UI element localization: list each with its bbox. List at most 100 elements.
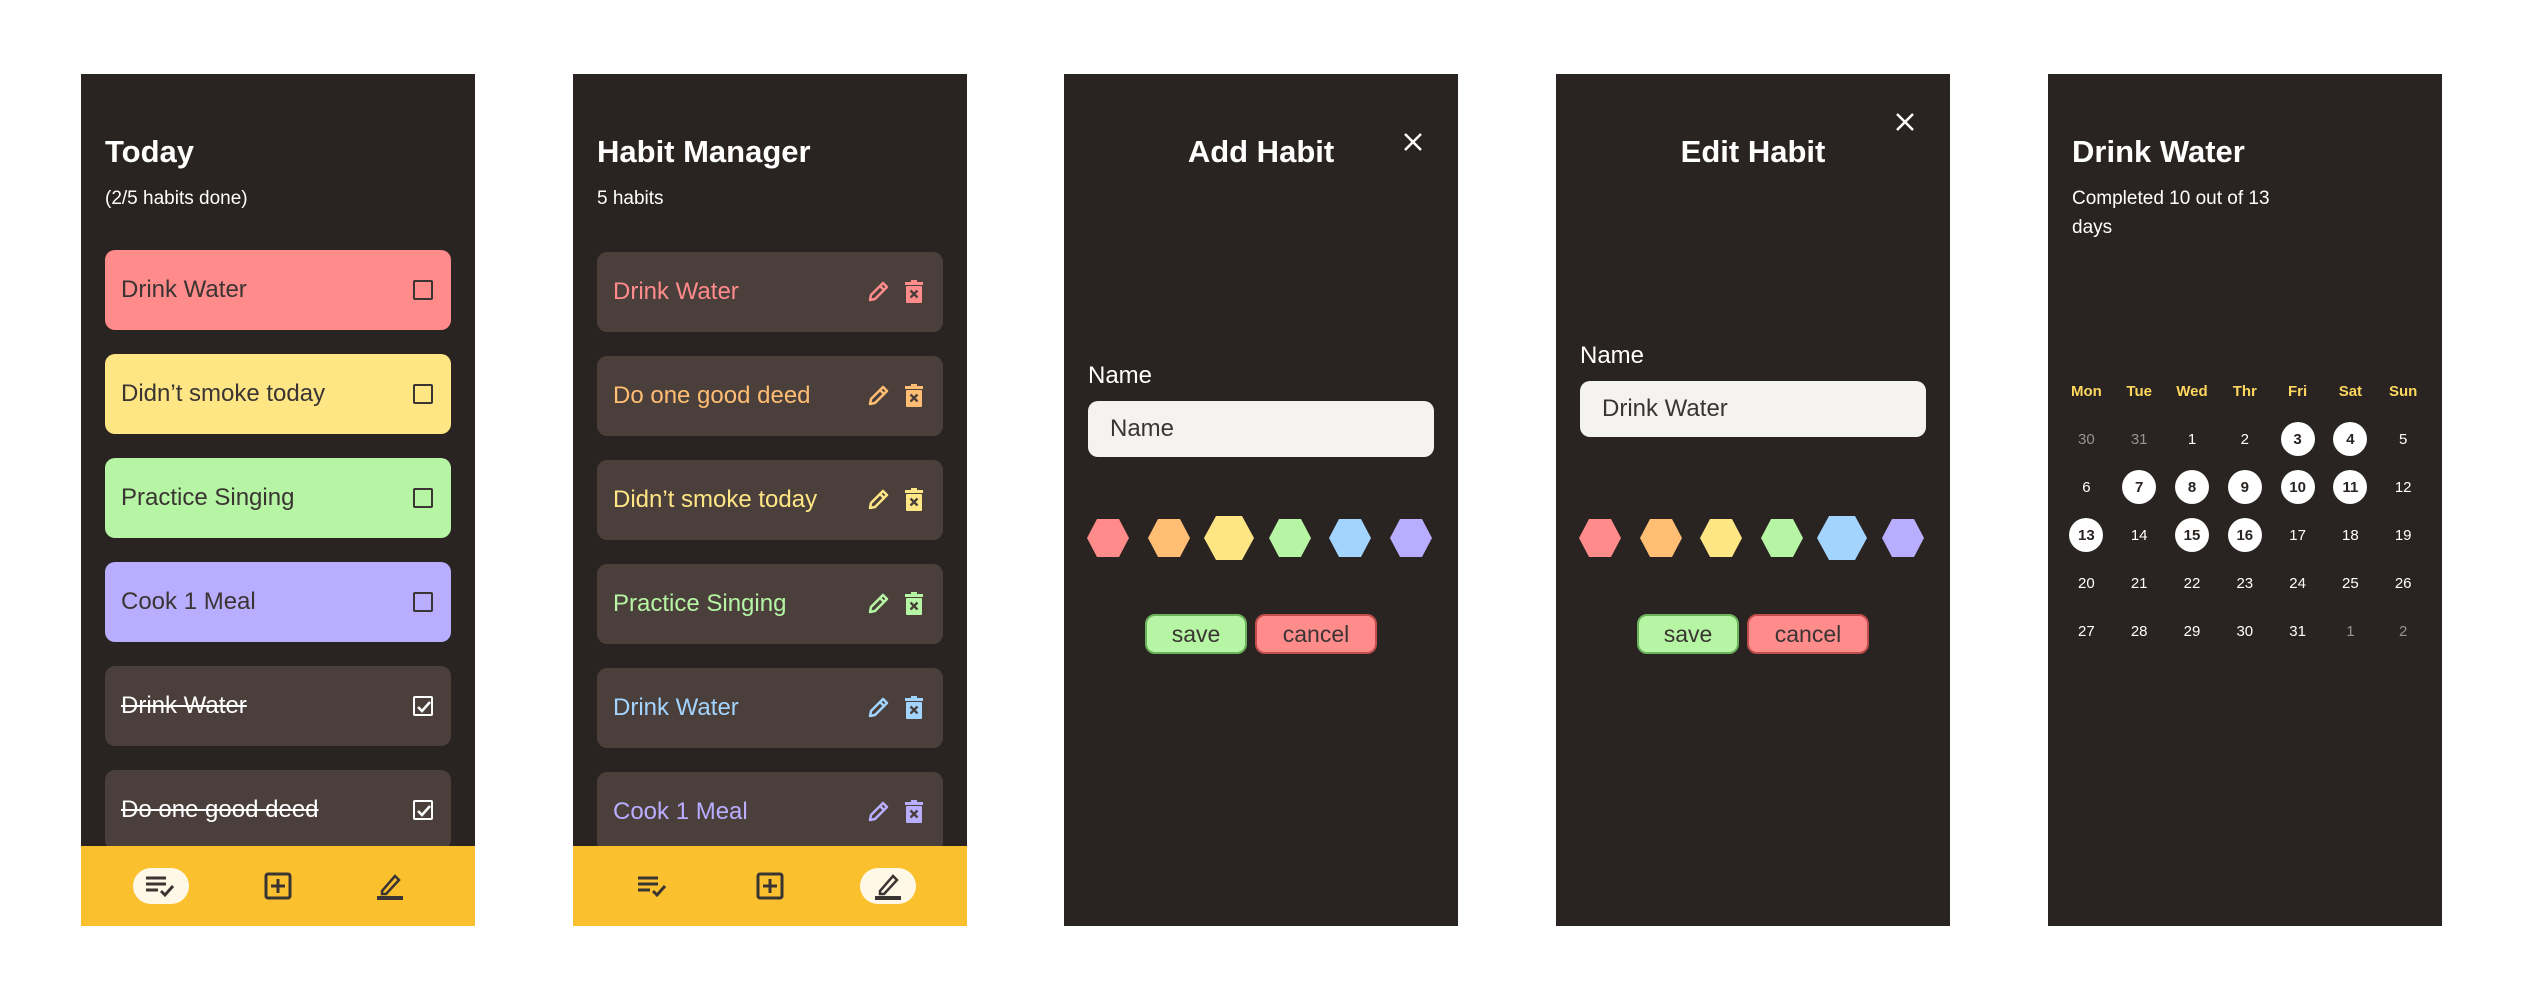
edit-habit-button[interactable] [863, 589, 893, 619]
cancel-button[interactable]: cancel [1747, 614, 1869, 654]
nav-add-button[interactable] [742, 868, 798, 904]
pencil-icon [868, 593, 889, 614]
nav-add-button[interactable] [250, 868, 306, 904]
delete-habit-button[interactable] [899, 277, 929, 307]
calendar-day[interactable]: 20 [2060, 575, 2113, 592]
habit-card[interactable]: Practice Singing [105, 458, 451, 538]
calendar-day[interactable]: 31 [2271, 623, 2324, 640]
calendar-day-completed[interactable]: 10 [2271, 470, 2324, 504]
edit-habit-button[interactable] [863, 797, 893, 827]
color-swatch-red[interactable] [1086, 518, 1130, 563]
edit-habit-button[interactable] [863, 485, 893, 515]
color-swatch-green[interactable] [1268, 518, 1312, 563]
calendar-day[interactable]: 19 [2377, 527, 2430, 544]
nav-manage-button[interactable] [860, 868, 916, 904]
calendar-day[interactable]: 21 [2113, 575, 2166, 592]
delete-habit-button[interactable] [899, 693, 929, 723]
calendar-day-completed[interactable]: 3 [2271, 422, 2324, 456]
habit-card[interactable]: Didn’t smoke today [105, 354, 451, 434]
calendar-day[interactable]: 22 [2166, 575, 2219, 592]
color-swatch-red[interactable] [1578, 518, 1622, 563]
habit-card[interactable]: Drink Water [105, 250, 451, 330]
day-number: 7 [2122, 470, 2157, 504]
name-input[interactable] [1088, 401, 1434, 457]
save-button[interactable]: save [1637, 614, 1739, 654]
calendar-day[interactable]: 1 [2166, 431, 2219, 448]
calendar-day[interactable]: 5 [2377, 431, 2430, 448]
calendar-day-completed[interactable]: 16 [2218, 518, 2271, 552]
calendar-day[interactable]: 24 [2271, 575, 2324, 592]
edit-habit-button[interactable] [863, 693, 893, 723]
calendar-day[interactable]: 14 [2113, 527, 2166, 544]
close-button[interactable] [1890, 107, 1920, 137]
color-swatch-blue[interactable] [1328, 518, 1372, 563]
close-button[interactable] [1398, 127, 1428, 157]
calendar-day-completed[interactable]: 15 [2166, 518, 2219, 552]
calendar-day[interactable]: 6 [2060, 479, 2113, 496]
color-swatch-green[interactable] [1760, 518, 1804, 563]
calendar-day[interactable]: 18 [2324, 527, 2377, 544]
calendar-day-completed[interactable]: 9 [2218, 470, 2271, 504]
name-input[interactable] [1580, 381, 1926, 437]
color-swatch-yellow[interactable] [1203, 515, 1255, 566]
checked-checkbox[interactable] [413, 696, 433, 716]
calendar-day[interactable]: 1 [2324, 623, 2377, 640]
day-number: 8 [2174, 470, 2209, 504]
calendar-day[interactable]: 26 [2377, 575, 2430, 592]
cancel-button[interactable]: cancel [1255, 614, 1377, 654]
edit-habit-button[interactable] [863, 381, 893, 411]
calendar-day[interactable]: 30 [2218, 623, 2271, 640]
habit-card[interactable]: Cook 1 Meal [105, 562, 451, 642]
page-title: Habit Manager [597, 134, 811, 169]
habit-card[interactable]: Drink Water [105, 666, 451, 746]
calendar-day[interactable]: 30 [2060, 431, 2113, 448]
day-number: 30 [2236, 622, 2254, 640]
calendar-day[interactable]: 2 [2377, 623, 2430, 640]
color-swatch-blue[interactable] [1816, 515, 1868, 566]
calendar-day-completed[interactable]: 8 [2166, 470, 2219, 504]
checklist-icon [146, 876, 175, 898]
color-swatch-orange[interactable] [1147, 518, 1191, 563]
calendar-day-completed[interactable]: 4 [2324, 422, 2377, 456]
color-swatch-yellow[interactable] [1699, 518, 1743, 563]
calendar-day-completed[interactable]: 7 [2113, 470, 2166, 504]
manager-habit-row: Didn’t smoke today [597, 460, 943, 540]
delete-habit-button[interactable] [899, 485, 929, 515]
color-picker [1086, 515, 1436, 561]
nav-manage-button[interactable] [362, 868, 418, 904]
checked-checkbox[interactable] [413, 800, 433, 820]
habit-card[interactable]: Do one good deed [105, 770, 451, 850]
calendar-day[interactable]: 31 [2113, 431, 2166, 448]
day-number: 6 [2082, 478, 2091, 496]
color-swatch-purple[interactable] [1389, 518, 1433, 563]
color-swatch-purple[interactable] [1881, 518, 1925, 563]
day-number: 1 [2346, 622, 2355, 640]
calendar-day-completed[interactable]: 13 [2060, 518, 2113, 552]
day-number: 4 [2333, 422, 2368, 456]
delete-habit-button[interactable] [899, 381, 929, 411]
calendar-day[interactable]: 27 [2060, 623, 2113, 640]
calendar-day-completed[interactable]: 11 [2324, 470, 2377, 504]
checkbox[interactable] [413, 592, 433, 612]
nav-today-button[interactable] [625, 868, 681, 904]
checkbox[interactable] [413, 488, 433, 508]
checkbox[interactable] [413, 280, 433, 300]
calendar-day[interactable]: 29 [2166, 623, 2219, 640]
calendar-day[interactable]: 17 [2271, 527, 2324, 544]
delete-habit-button[interactable] [899, 797, 929, 827]
checkbox[interactable] [413, 384, 433, 404]
day-number: 9 [2227, 470, 2262, 504]
day-number: 31 [2130, 430, 2148, 448]
name-label: Name [1088, 362, 1153, 389]
calendar-day[interactable]: 23 [2218, 575, 2271, 592]
calendar-day[interactable]: 28 [2113, 623, 2166, 640]
save-button[interactable]: save [1145, 614, 1247, 654]
calendar-day[interactable]: 25 [2324, 575, 2377, 592]
nav-today-button[interactable] [133, 868, 189, 904]
edit-habit-button[interactable] [863, 277, 893, 307]
calendar-day[interactable]: 12 [2377, 479, 2430, 496]
color-swatch-orange[interactable] [1639, 518, 1683, 563]
delete-habit-button[interactable] [899, 589, 929, 619]
trash-icon [905, 488, 923, 511]
calendar-day[interactable]: 2 [2218, 431, 2271, 448]
